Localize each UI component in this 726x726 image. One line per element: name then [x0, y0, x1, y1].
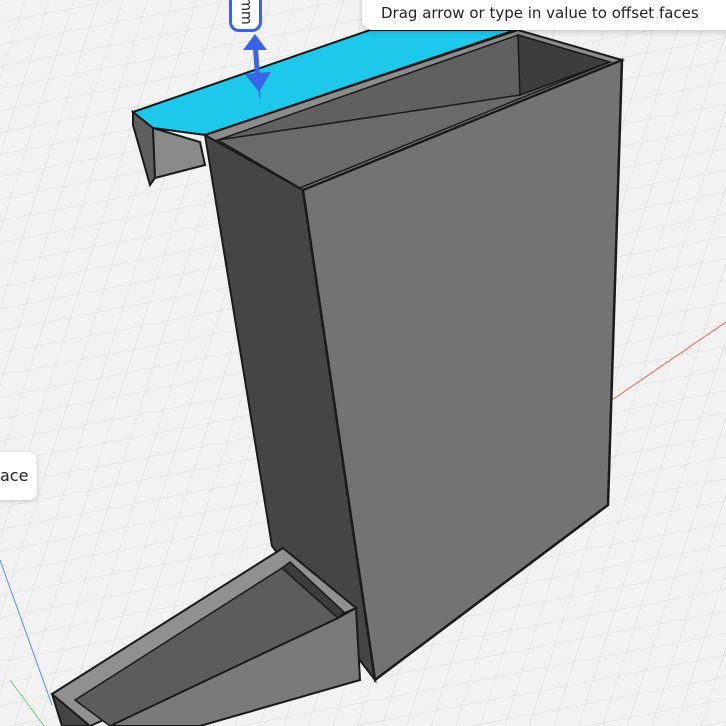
side-panel-chip[interactable]: ace	[0, 452, 37, 500]
offset-value-input[interactable]: mm	[229, 0, 262, 32]
hint-tooltip: Drag arrow or type in value to offset fa…	[362, 0, 726, 30]
3d-viewport[interactable]	[0, 0, 726, 726]
offset-unit-label: mm	[237, 0, 254, 25]
offset-arrow-tail	[258, 87, 261, 99]
